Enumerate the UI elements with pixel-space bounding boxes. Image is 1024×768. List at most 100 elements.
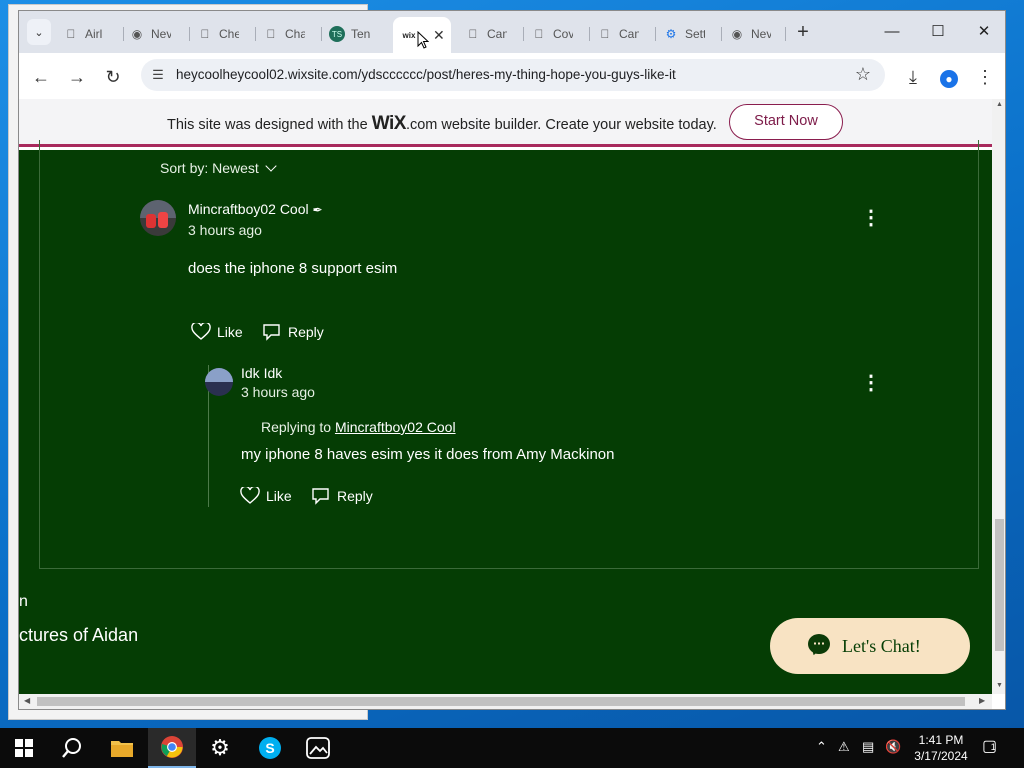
tab-10[interactable]: ⚙ Sett <box>663 19 705 49</box>
search-button[interactable] <box>48 728 96 768</box>
browser-window: ⌄  Airl ◉ Nev  Che  Cha TS Ten wix ✕ <box>18 10 1006 710</box>
heart-icon <box>240 487 260 504</box>
vertical-scrollbar[interactable]: ▲ ▼ <box>992 99 1005 694</box>
like-button[interactable]: Like <box>191 323 243 341</box>
reply-body: my iphone 8 haves esim yes it does from … <box>241 446 615 463</box>
tab-4[interactable]:  Cha <box>263 19 306 49</box>
tab-3[interactable]:  Che <box>197 19 240 49</box>
back-button[interactable]: ← <box>27 63 55 91</box>
skype-icon: S <box>259 737 281 759</box>
comments-section: Sort by: Newest Mincraftboy02 Cool ✒ 3 h… <box>39 140 979 569</box>
reply-avatar[interactable] <box>205 368 233 396</box>
tab-search-button[interactable]: ⌄ <box>27 19 51 45</box>
sort-dropdown[interactable]: Sort by: Newest <box>160 160 277 176</box>
apple-icon:  <box>63 26 79 42</box>
bookmark-star-icon[interactable]: ☆ <box>855 64 871 85</box>
network-icon[interactable]: ▤ <box>862 739 874 755</box>
tab-2[interactable]: ◉ Nev <box>129 19 171 49</box>
tab-title: Sett <box>685 27 705 41</box>
volume-muted-icon[interactable]: 🔇 <box>885 739 901 755</box>
skype-taskbar-button[interactable]: S <box>246 728 294 768</box>
close-tab-icon[interactable]: ✕ <box>433 27 445 44</box>
chat-label: Let's Chat! <box>842 635 921 656</box>
taskbar: ⚙ S ⌃ ⚠ ▤ 🔇 1:41 PM 3/17/2024 ▢ 1 <box>0 728 1024 768</box>
new-tab-button[interactable]: + <box>791 21 815 45</box>
horizontal-scroll-thumb[interactable] <box>37 697 965 706</box>
reply-more-options-icon[interactable]: ⋮ <box>861 373 881 393</box>
reply-author[interactable]: Idk Idk <box>241 365 282 381</box>
tab-title: Che <box>219 27 239 41</box>
tab-7[interactable]:  Can <box>465 19 508 49</box>
scroll-down-icon[interactable]: ▼ <box>995 682 1004 692</box>
file-explorer-button[interactable] <box>98 728 146 768</box>
tab-separator <box>589 27 590 41</box>
banner-text-prefix: This site was designed with the <box>167 117 368 133</box>
more-options-icon[interactable]: ⋮ <box>861 208 881 228</box>
tab-strip: ⌄  Airl ◉ Nev  Che  Cha TS Ten wix ✕ <box>19 11 1005 53</box>
chevron-down-icon <box>265 160 277 172</box>
reply-reply-button[interactable]: Reply <box>311 487 373 505</box>
tab-11[interactable]: ◉ Nev <box>729 19 771 49</box>
clock-date: 3/17/2024 <box>914 749 968 763</box>
tab-title: Nev <box>151 27 171 41</box>
download-button[interactable]: ⤓ <box>899 63 927 91</box>
windows-logo-icon <box>15 739 33 757</box>
close-window-button[interactable]: ✕ <box>961 19 1005 45</box>
horizontal-scrollbar[interactable]: ◀ ▶ <box>19 694 992 709</box>
show-hidden-icons-icon[interactable]: ⌃ <box>816 739 827 755</box>
gear-icon: ⚙ <box>665 27 677 41</box>
tab-title: Nev <box>751 27 771 41</box>
tab-separator <box>721 27 722 41</box>
reply-time: 3 hours ago <box>241 384 315 400</box>
notification-count: 1 <box>990 742 996 752</box>
profile-button[interactable]: ● <box>935 63 963 91</box>
minimize-button[interactable]: — <box>869 19 915 45</box>
maximize-button[interactable]: ☐ <box>915 19 961 45</box>
replying-to-user-link[interactable]: Mincraftboy02 Cool <box>335 419 456 435</box>
scroll-left-icon[interactable]: ◀ <box>24 696 30 705</box>
start-button[interactable] <box>0 728 48 768</box>
photos-taskbar-button[interactable] <box>294 728 342 768</box>
tab-separator <box>785 27 786 41</box>
settings-taskbar-button[interactable]: ⚙ <box>196 728 244 768</box>
start-now-button[interactable]: Start Now <box>729 104 843 140</box>
forward-button[interactable]: → <box>63 63 91 91</box>
folder-icon <box>111 741 133 757</box>
reply-icon <box>312 488 329 505</box>
comment-body: does the iphone 8 support esim <box>188 260 398 277</box>
scroll-right-icon[interactable]: ▶ <box>979 696 985 705</box>
photos-icon <box>306 737 330 759</box>
mouse-cursor-icon <box>417 31 429 49</box>
tab-8[interactable]:  Cov <box>531 19 574 49</box>
vertical-scroll-thumb[interactable] <box>995 519 1004 651</box>
page-content: Sort by: Newest Mincraftboy02 Cool ✒ 3 h… <box>19 140 992 694</box>
tab-separator <box>123 27 124 41</box>
avatar[interactable] <box>140 200 176 236</box>
wix-banner-message: This site was designed with the WiX.com … <box>167 113 717 135</box>
tab-1[interactable]:  Airl <box>63 19 105 49</box>
reload-button[interactable]: ↻ <box>99 63 127 91</box>
tab-title: Can <box>487 27 507 41</box>
chrome-taskbar-button[interactable] <box>148 728 196 768</box>
url-text[interactable]: heycoolheycool02.wixsite.com/ydscccccc/p… <box>176 67 676 82</box>
tab-5[interactable]: TS Ten <box>329 19 371 49</box>
comment-author[interactable]: Mincraftboy02 Cool ✒ <box>188 201 323 217</box>
tab-title: Cov <box>553 27 573 41</box>
comment-time: 3 hours ago <box>188 222 262 238</box>
tab-title: Ten <box>351 27 371 41</box>
chrome-icon: ◉ <box>731 27 743 41</box>
security-alert-icon[interactable]: ⚠ <box>838 739 850 755</box>
tab-9[interactable]:  Can <box>597 19 640 49</box>
like-label: Like <box>217 324 243 340</box>
address-bar[interactable]: ☰ heycoolheycool02.wixsite.com/ydscccccc… <box>141 59 885 91</box>
menu-button[interactable]: ⋮ <box>971 63 999 91</box>
ts-icon: TS <box>329 26 345 42</box>
site-settings-icon[interactable]: ☰ <box>149 66 167 84</box>
notifications-button[interactable]: ▢ 1 <box>982 736 1006 756</box>
system-clock[interactable]: 1:41 PM 3/17/2024 <box>906 732 976 764</box>
reply-label: Reply <box>337 488 373 504</box>
scroll-up-icon[interactable]: ▲ <box>995 101 1004 111</box>
reply-like-button[interactable]: Like <box>240 487 292 505</box>
lets-chat-button[interactable]: Let's Chat! <box>770 618 970 674</box>
reply-button[interactable]: Reply <box>262 323 324 341</box>
